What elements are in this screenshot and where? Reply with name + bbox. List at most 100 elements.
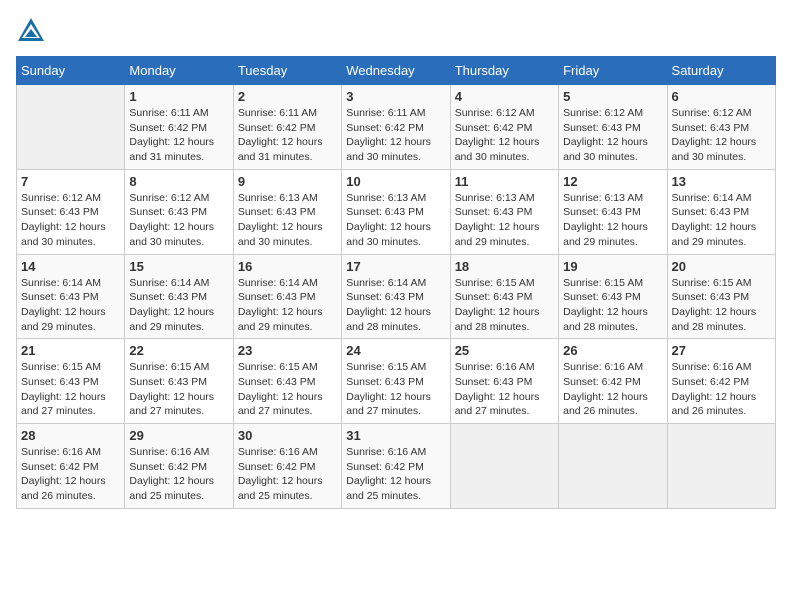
column-header-sunday: Sunday [17,57,125,85]
day-info: Sunrise: 6:15 AMSunset: 6:43 PMDaylight:… [563,276,662,335]
day-info: Sunrise: 6:11 AMSunset: 6:42 PMDaylight:… [129,106,228,165]
day-number: 9 [238,174,337,189]
day-number: 17 [346,259,445,274]
calendar-cell: 7 Sunrise: 6:12 AMSunset: 6:43 PMDaylight… [17,169,125,254]
calendar-week-row: 1Sunrise: 6:11 AMSunset: 6:42 PMDaylight… [17,85,776,170]
day-number: 10 [346,174,445,189]
column-header-tuesday: Tuesday [233,57,341,85]
day-info: Sunrise: 6:13 AMSunset: 6:43 PMDaylight:… [238,191,337,250]
calendar-cell [667,424,775,509]
day-info: Sunrise: 6:16 AMSunset: 6:43 PMDaylight:… [455,360,554,419]
day-number: 19 [563,259,662,274]
calendar-cell: 24 Sunrise: 6:15 AMSunset: 6:43 PMDayligh… [342,339,450,424]
day-info: Sunrise: 6:16 AMSunset: 6:42 PMDaylight:… [563,360,662,419]
calendar-cell: 13 Sunrise: 6:14 AMSunset: 6:43 PMDayligh… [667,169,775,254]
calendar-cell: 21 Sunrise: 6:15 AMSunset: 6:43 PMDayligh… [17,339,125,424]
calendar-cell: 1Sunrise: 6:11 AMSunset: 6:42 PMDaylight… [125,85,233,170]
day-info: Sunrise: 6:14 AMSunset: 6:43 PMDaylight:… [21,276,120,335]
day-number: 21 [21,343,120,358]
day-info: Sunrise: 6:15 AMSunset: 6:43 PMDaylight:… [455,276,554,335]
calendar-cell: 29Sunrise: 6:16 AMSunset: 6:42 PMDayligh… [125,424,233,509]
day-info: Sunrise: 6:16 AMSunset: 6:42 PMDaylight:… [21,445,120,504]
day-info: Sunrise: 6:13 AMSunset: 6:43 PMDaylight:… [563,191,662,250]
calendar-week-row: 7 Sunrise: 6:12 AMSunset: 6:43 PMDaylight… [17,169,776,254]
day-number: 14 [21,259,120,274]
day-number: 29 [129,428,228,443]
day-number: 4 [455,89,554,104]
calendar-week-row: 28 Sunrise: 6:16 AMSunset: 6:42 PMDayligh… [17,424,776,509]
calendar-cell: 15 Sunrise: 6:14 AMSunset: 6:43 PMDayligh… [125,254,233,339]
calendar-cell [17,85,125,170]
calendar-cell: 30 Sunrise: 6:16 AMSunset: 6:42 PMDayligh… [233,424,341,509]
calendar-cell: 18 Sunrise: 6:15 AMSunset: 6:43 PMDayligh… [450,254,558,339]
column-header-monday: Monday [125,57,233,85]
day-number: 24 [346,343,445,358]
calendar-cell: 11Sunrise: 6:13 AMSunset: 6:43 PMDayligh… [450,169,558,254]
calendar-cell: 26 Sunrise: 6:16 AMSunset: 6:42 PMDayligh… [559,339,667,424]
day-info: Sunrise: 6:15 AMSunset: 6:43 PMDaylight:… [672,276,771,335]
calendar-cell: 2Sunrise: 6:11 AMSunset: 6:42 PMDaylight… [233,85,341,170]
column-header-friday: Friday [559,57,667,85]
day-info: Sunrise: 6:15 AMSunset: 6:43 PMDaylight:… [238,360,337,419]
day-info: Sunrise: 6:12 AMSunset: 6:43 PMDaylight:… [672,106,771,165]
day-info: Sunrise: 6:15 AMSunset: 6:43 PMDaylight:… [21,360,120,419]
column-header-saturday: Saturday [667,57,775,85]
day-number: 7 [21,174,120,189]
day-number: 12 [563,174,662,189]
day-number: 20 [672,259,771,274]
day-number: 2 [238,89,337,104]
day-info: Sunrise: 6:12 AMSunset: 6:43 PMDaylight:… [21,191,120,250]
calendar-week-row: 21 Sunrise: 6:15 AMSunset: 6:43 PMDayligh… [17,339,776,424]
calendar-cell: 19 Sunrise: 6:15 AMSunset: 6:43 PMDayligh… [559,254,667,339]
calendar-cell: 23 Sunrise: 6:15 AMSunset: 6:43 PMDayligh… [233,339,341,424]
calendar-cell: 12 Sunrise: 6:13 AMSunset: 6:43 PMDayligh… [559,169,667,254]
day-number: 16 [238,259,337,274]
day-info: Sunrise: 6:14 AMSunset: 6:43 PMDaylight:… [129,276,228,335]
day-info: Sunrise: 6:14 AMSunset: 6:43 PMDaylight:… [672,191,771,250]
day-number: 27 [672,343,771,358]
day-number: 18 [455,259,554,274]
calendar-cell: 9 Sunrise: 6:13 AMSunset: 6:43 PMDaylight… [233,169,341,254]
calendar-cell [559,424,667,509]
day-number: 31 [346,428,445,443]
calendar-cell: 14 Sunrise: 6:14 AMSunset: 6:43 PMDayligh… [17,254,125,339]
calendar-cell: 28 Sunrise: 6:16 AMSunset: 6:42 PMDayligh… [17,424,125,509]
calendar-cell: 16 Sunrise: 6:14 AMSunset: 6:43 PMDayligh… [233,254,341,339]
calendar-cell: 20 Sunrise: 6:15 AMSunset: 6:43 PMDayligh… [667,254,775,339]
day-number: 22 [129,343,228,358]
day-info: Sunrise: 6:13 AMSunset: 6:43 PMDaylight:… [346,191,445,250]
calendar-cell: 10 Sunrise: 6:13 AMSunset: 6:43 PMDayligh… [342,169,450,254]
day-info: Sunrise: 6:11 AMSunset: 6:42 PMDaylight:… [346,106,445,165]
day-number: 13 [672,174,771,189]
calendar-cell: 6 Sunrise: 6:12 AMSunset: 6:43 PMDaylight… [667,85,775,170]
day-number: 8 [129,174,228,189]
logo [16,16,50,46]
day-number: 6 [672,89,771,104]
column-header-thursday: Thursday [450,57,558,85]
calendar-cell [450,424,558,509]
calendar-cell: 3Sunrise: 6:11 AMSunset: 6:42 PMDaylight… [342,85,450,170]
day-info: Sunrise: 6:12 AMSunset: 6:42 PMDaylight:… [455,106,554,165]
page-header [16,16,776,46]
day-number: 5 [563,89,662,104]
calendar-cell: 17Sunrise: 6:14 AMSunset: 6:43 PMDayligh… [342,254,450,339]
day-info: Sunrise: 6:15 AMSunset: 6:43 PMDaylight:… [346,360,445,419]
day-info: Sunrise: 6:12 AMSunset: 6:43 PMDaylight:… [129,191,228,250]
calendar-table: SundayMondayTuesdayWednesdayThursdayFrid… [16,56,776,509]
day-info: Sunrise: 6:16 AMSunset: 6:42 PMDaylight:… [238,445,337,504]
logo-icon [16,16,46,46]
calendar-week-row: 14 Sunrise: 6:14 AMSunset: 6:43 PMDayligh… [17,254,776,339]
day-number: 30 [238,428,337,443]
day-number: 28 [21,428,120,443]
day-number: 25 [455,343,554,358]
day-number: 15 [129,259,228,274]
day-info: Sunrise: 6:12 AMSunset: 6:43 PMDaylight:… [563,106,662,165]
calendar-cell: 8 Sunrise: 6:12 AMSunset: 6:43 PMDaylight… [125,169,233,254]
day-info: Sunrise: 6:13 AMSunset: 6:43 PMDaylight:… [455,191,554,250]
day-number: 23 [238,343,337,358]
calendar-cell: 4 Sunrise: 6:12 AMSunset: 6:42 PMDaylight… [450,85,558,170]
day-info: Sunrise: 6:14 AMSunset: 6:43 PMDaylight:… [238,276,337,335]
calendar-cell: 5 Sunrise: 6:12 AMSunset: 6:43 PMDaylight… [559,85,667,170]
day-number: 26 [563,343,662,358]
column-header-wednesday: Wednesday [342,57,450,85]
